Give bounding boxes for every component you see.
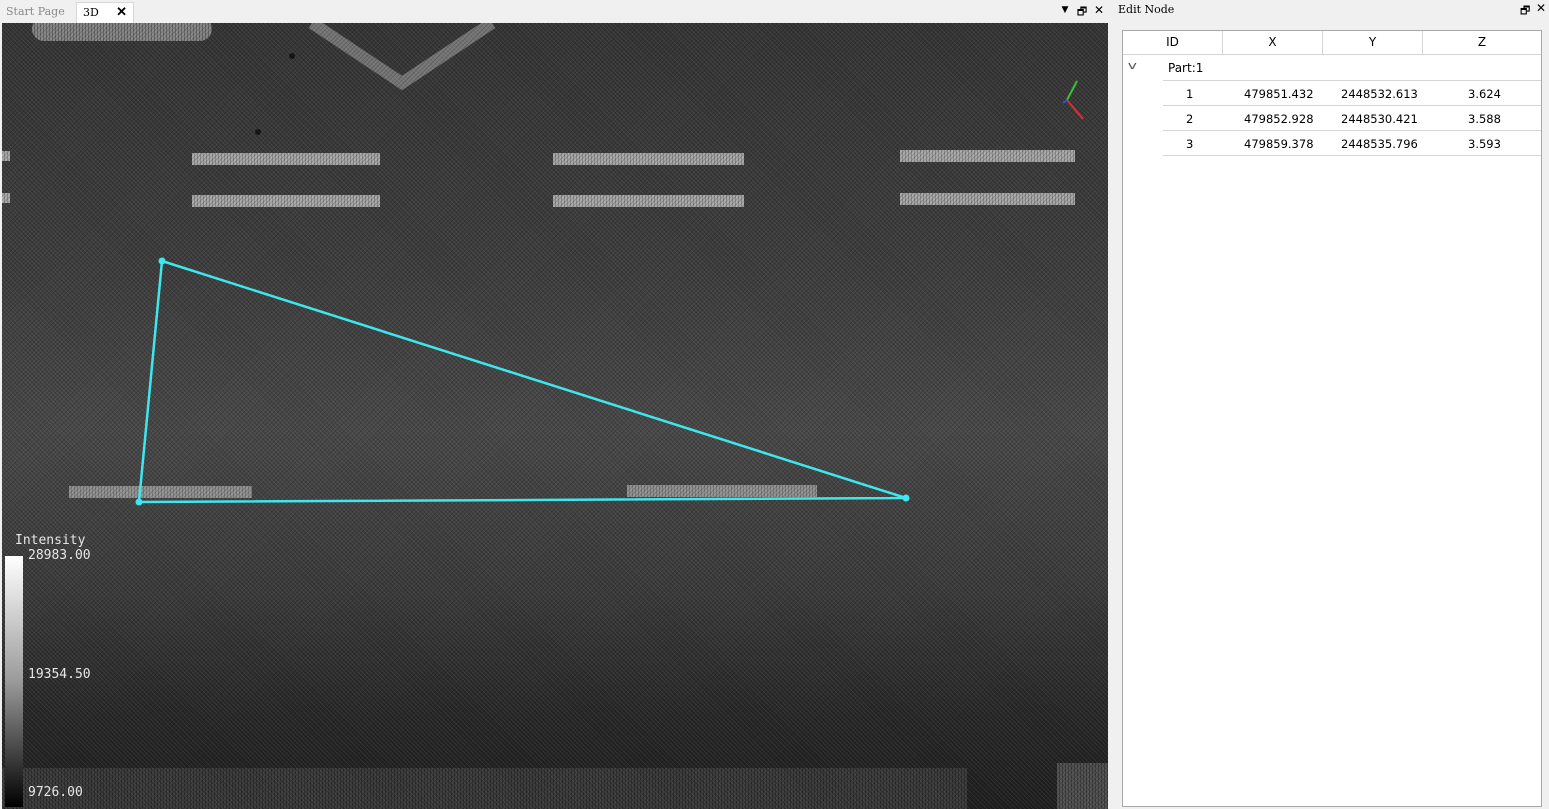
column-header-y[interactable]: Y [1323, 31, 1423, 55]
polygon-vertex-2[interactable] [902, 494, 910, 502]
table-divider [1163, 155, 1541, 156]
table-row[interactable]: 2 479852.928 2448530.421 3.588 [1163, 105, 1541, 130]
point-cloud-3d-viewport[interactable]: Intensity 28983.00 19354.50 9726.00 [2, 23, 1108, 809]
cell-x[interactable]: 479852.928 [1244, 112, 1314, 126]
close-icon[interactable]: ✕ [1092, 3, 1106, 17]
panel-title: Edit Node [1118, 3, 1175, 16]
intensity-color-bar [5, 556, 23, 807]
column-header-x[interactable]: X [1223, 31, 1323, 55]
document-area: Start Page 3D ✕ ▼ 🗗 ✕ Intensity 28983.00… [0, 0, 1110, 809]
close-icon[interactable]: ✕ [1536, 1, 1546, 15]
cell-y[interactable]: 2448535.796 [1341, 137, 1418, 151]
node-table[interactable]: ID X Y Z v Part:1 1 479851.432 2448532.6… [1122, 30, 1542, 807]
cell-y[interactable]: 2448532.613 [1341, 87, 1418, 101]
polygon-overlay[interactable] [2, 23, 1108, 809]
cell-id: 1 [1186, 87, 1194, 101]
tab-3d[interactable]: 3D ✕ [76, 2, 134, 23]
chevron-down-icon[interactable]: ▼ [1058, 5, 1072, 15]
cell-id: 2 [1186, 112, 1194, 126]
legend-min-value: 9726.00 [28, 785, 83, 800]
tree-group-row[interactable]: v Part:1 [1123, 55, 1541, 80]
cell-x[interactable]: 479851.432 [1244, 87, 1314, 101]
cell-z[interactable]: 3.624 [1468, 87, 1501, 101]
tab-3d-label: 3D [83, 6, 99, 19]
chevron-down-icon[interactable]: v [1128, 59, 1137, 72]
column-header-z[interactable]: Z [1423, 31, 1541, 55]
axis-gizmo-icon [1062, 80, 1084, 120]
part-label: Part:1 [1168, 61, 1204, 75]
restore-icon[interactable]: 🗗 [1520, 2, 1530, 21]
table-row[interactable]: 3 479859.378 2448535.796 3.593 [1163, 130, 1541, 155]
triangle-polygon[interactable] [137, 259, 907, 504]
intensity-legend: Intensity 28983.00 19354.50 9726.00 [2, 528, 122, 809]
cell-id: 3 [1186, 137, 1194, 151]
restore-icon[interactable]: 🗗 [1075, 3, 1089, 22]
polygon-vertex-3[interactable] [135, 498, 143, 506]
cell-z[interactable]: 3.593 [1468, 137, 1501, 151]
table-row[interactable]: 1 479851.432 2448532.613 3.624 [1163, 80, 1541, 105]
tab-bar: Start Page 3D ✕ ▼ 🗗 ✕ [0, 0, 1110, 23]
tab-close-icon[interactable]: ✕ [116, 3, 127, 22]
cell-y[interactable]: 2448530.421 [1341, 112, 1418, 126]
cell-z[interactable]: 3.588 [1468, 112, 1501, 126]
column-header-id[interactable]: ID [1123, 31, 1223, 55]
edit-node-panel: Edit Node 🗗 ✕ ID X Y Z v Part:1 1 479851… [1113, 0, 1549, 809]
tab-start-page[interactable]: Start Page [0, 2, 74, 23]
cell-x[interactable]: 479859.378 [1244, 137, 1314, 151]
legend-mid-value: 19354.50 [28, 667, 91, 682]
polygon-vertex-1[interactable] [158, 257, 166, 265]
legend-max-value: 28983.00 [28, 548, 91, 563]
legend-title: Intensity [15, 533, 86, 548]
